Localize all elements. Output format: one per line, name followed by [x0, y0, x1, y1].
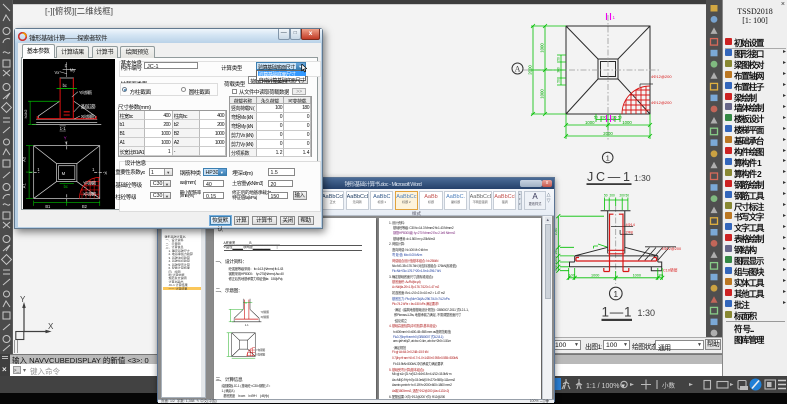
svg-text:1-1: 1-1 [59, 125, 66, 130]
svg-text:200: 200 [554, 256, 558, 262]
svg-text:B2: B2 [81, 203, 87, 208]
svg-text:X向钢筋: X向钢筋 [256, 352, 266, 356]
svg-text:B1: B1 [45, 203, 51, 208]
svg-text:1-1: 1-1 [244, 323, 248, 327]
svg-text:小数: 小数 [662, 381, 676, 390]
svg-text:4Φ12@200: 4Φ12@200 [651, 100, 672, 105]
svg-text:2000: 2000 [603, 131, 613, 136]
svg-text:Y向钢筋: Y向钢筋 [260, 309, 268, 313]
svg-text:Y: Y [20, 295, 26, 304]
svg-text:A: A [515, 65, 521, 74]
svg-text:1050: 1050 [554, 228, 558, 236]
svg-text:1000: 1000 [591, 273, 599, 277]
svg-text:1—1: 1—1 [602, 305, 632, 320]
svg-text:My: My [69, 67, 75, 72]
svg-text:50: 50 [618, 115, 622, 119]
svg-text:Y: Y [64, 140, 67, 145]
svg-text:X向钢筋: X向钢筋 [82, 190, 95, 196]
svg-text:Vx: Vx [54, 69, 60, 74]
svg-text:1:1 / 100% ▾: 1:1 / 100% ▾ [586, 383, 625, 390]
svg-text:200: 200 [601, 115, 607, 119]
svg-text:1: 1 [606, 154, 610, 163]
svg-text:Y向钢筋: Y向钢筋 [256, 347, 266, 351]
svg-text:250: 250 [554, 249, 558, 255]
svg-text:X: X [48, 322, 54, 331]
svg-text:bc: bc [63, 183, 67, 188]
svg-text:JC—1: JC—1 [587, 170, 630, 184]
svg-text:Y向钢筋: Y向钢筋 [82, 179, 95, 185]
svg-text:4Φ12@200: 4Φ12@200 [651, 74, 672, 79]
svg-text:1000: 1000 [633, 273, 641, 277]
svg-text:200: 200 [620, 193, 626, 197]
svg-text:50: 50 [557, 57, 561, 61]
svg-text:Y向钢筋: Y向钢筋 [78, 88, 91, 94]
svg-text:1:30: 1:30 [638, 308, 656, 318]
svg-text:1:30: 1:30 [634, 173, 651, 183]
svg-text:A2: A2 [23, 156, 27, 162]
svg-text:bc: bc [62, 82, 66, 87]
svg-text:1000: 1000 [540, 89, 545, 99]
svg-text:4Φ14: 4Φ14 [626, 223, 635, 227]
svg-text:100: 100 [657, 273, 663, 277]
svg-text:C10垫层: C10垫层 [663, 268, 678, 273]
svg-text:1000: 1000 [540, 43, 545, 53]
svg-text:1: 1 [613, 15, 616, 20]
svg-text:1000: 1000 [622, 120, 632, 125]
svg-text:1000: 1000 [585, 120, 595, 125]
svg-text:50: 50 [554, 267, 558, 271]
svg-text:4Φ12@200: 4Φ12@200 [662, 247, 682, 251]
svg-text:X向钢筋: X向钢筋 [80, 113, 93, 119]
svg-text:基底拉筋: 基底拉筋 [80, 102, 95, 108]
svg-text:100: 100 [554, 262, 558, 268]
svg-text:200: 200 [610, 193, 616, 197]
svg-text:50: 50 [594, 115, 598, 119]
svg-text:X向钢筋: X向钢筋 [260, 315, 268, 319]
svg-text:h1h2: h1h2 [23, 109, 28, 118]
svg-text:50: 50 [626, 193, 630, 197]
svg-text:100: 100 [569, 273, 575, 277]
svg-text:50: 50 [557, 79, 561, 83]
svg-text:A1: A1 [23, 182, 27, 188]
svg-text:300: 300 [557, 67, 561, 73]
svg-text:2000: 2000 [528, 65, 533, 75]
svg-text:2Φ8: 2Φ8 [626, 231, 633, 235]
svg-text:1: 1 [92, 166, 95, 171]
svg-text:50: 50 [604, 193, 608, 197]
svg-text:1: 1 [37, 166, 40, 171]
svg-text:1: 1 [613, 289, 618, 299]
svg-text:M: M [61, 171, 65, 176]
svg-text:X: X [104, 170, 107, 175]
svg-text:F: F [64, 63, 67, 68]
